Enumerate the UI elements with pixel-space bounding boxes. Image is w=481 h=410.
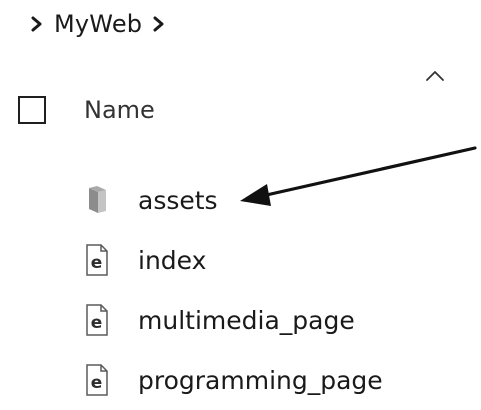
list-item[interactable]: assets: [84, 170, 383, 230]
file-name: assets: [138, 185, 218, 215]
column-header-row: Name: [18, 88, 155, 132]
breadcrumb: MyWeb: [30, 6, 166, 42]
svg-text:e: e: [91, 313, 103, 333]
folder-icon: [84, 182, 110, 218]
file-name: multimedia_page: [138, 305, 355, 335]
caret-up-icon[interactable]: [424, 68, 446, 82]
svg-text:e: e: [91, 253, 103, 273]
chevron-right-icon[interactable]: [30, 15, 44, 33]
column-header-name[interactable]: Name: [84, 96, 155, 124]
html-file-icon: e: [84, 362, 110, 398]
select-all-checkbox[interactable]: [18, 96, 46, 124]
list-item[interactable]: e programming_page: [84, 350, 383, 410]
file-name: programming_page: [138, 365, 383, 395]
html-file-icon: e: [84, 302, 110, 338]
chevron-right-icon[interactable]: [152, 15, 166, 33]
list-item[interactable]: e index: [84, 230, 383, 290]
list-item[interactable]: e multimedia_page: [84, 290, 383, 350]
file-name: index: [138, 245, 207, 275]
html-file-icon: e: [84, 242, 110, 278]
file-list: assets e index e multimedia_page e progr…: [84, 170, 383, 410]
breadcrumb-folder-myweb[interactable]: MyWeb: [54, 10, 142, 38]
svg-text:e: e: [91, 373, 103, 393]
